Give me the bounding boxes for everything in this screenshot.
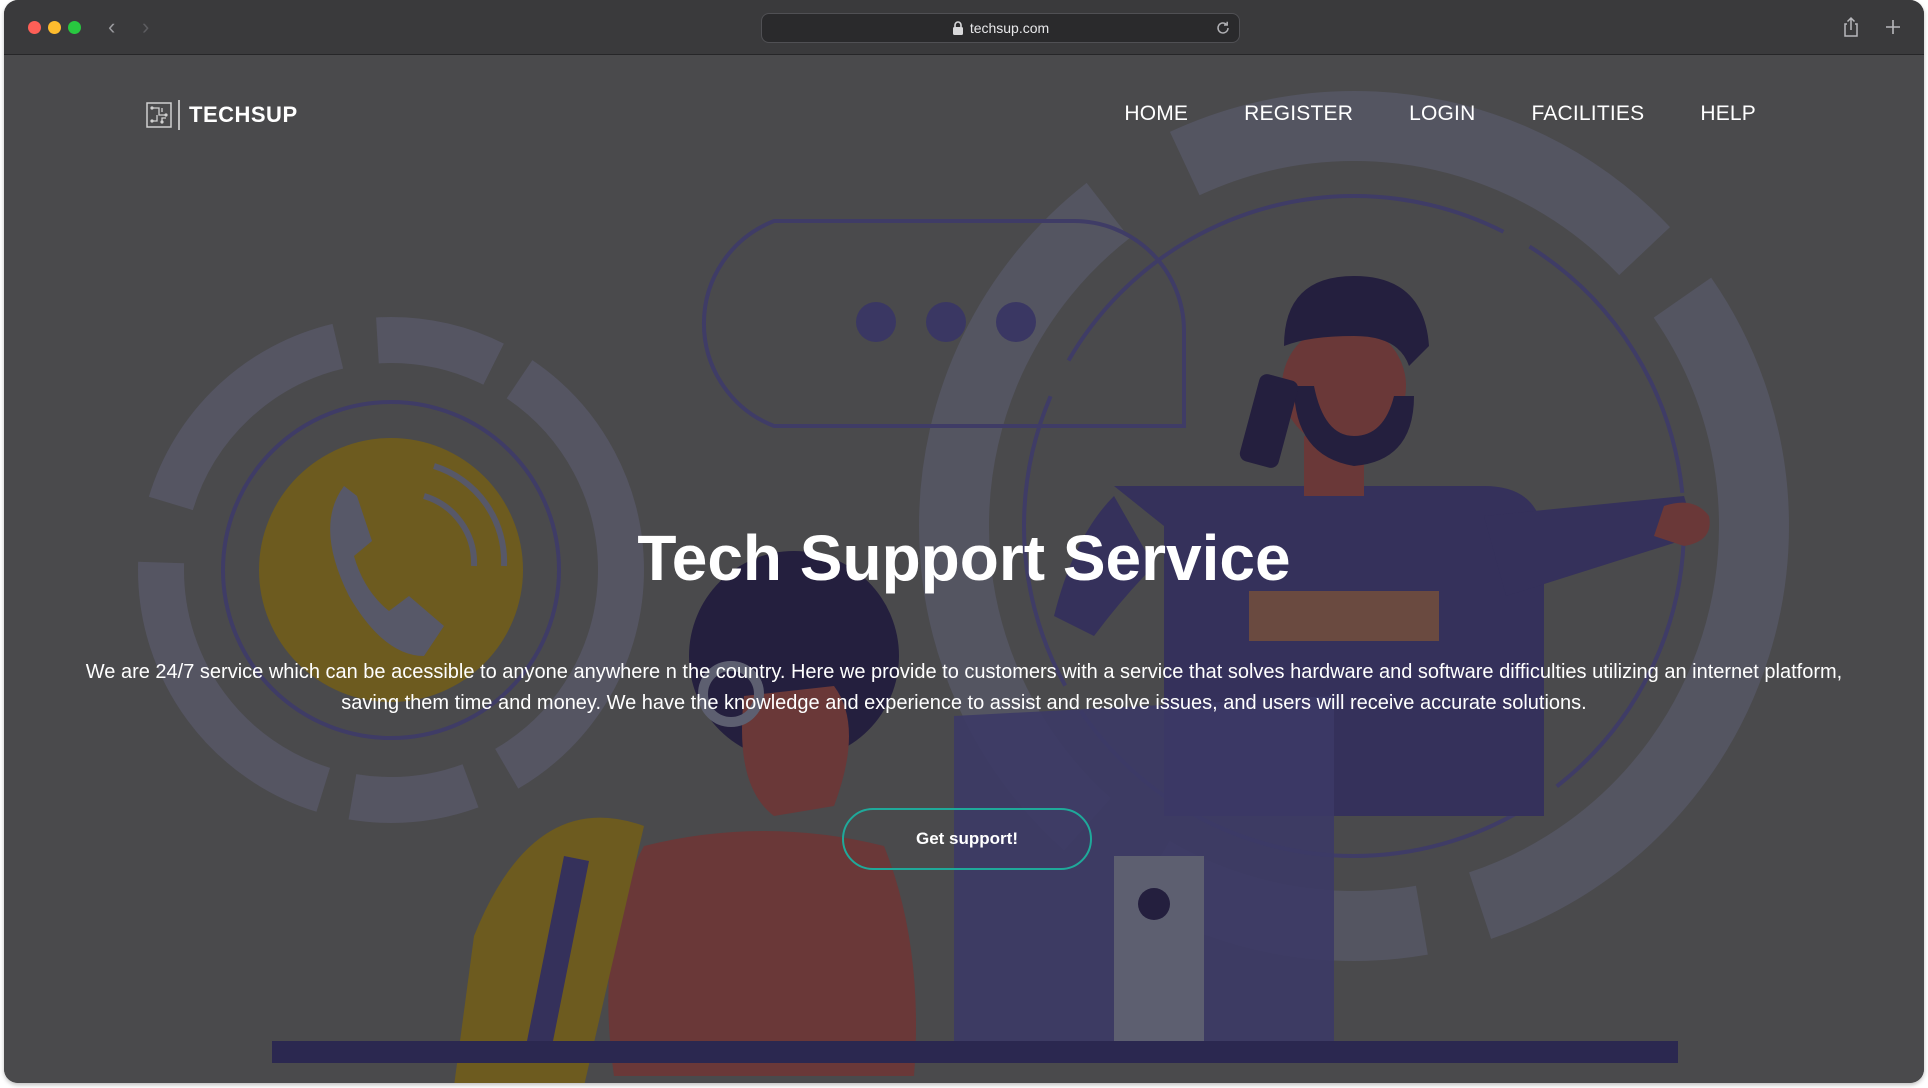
address-bar[interactable]: techsup.com (761, 13, 1240, 43)
brand-logo[interactable]: TECHSUP (146, 100, 298, 130)
circuit-logo-icon (146, 102, 172, 128)
share-icon[interactable] (1842, 16, 1860, 38)
nav-help[interactable]: HELP (1700, 102, 1756, 126)
close-window-button[interactable] (28, 21, 41, 34)
get-support-button[interactable]: Get support! (842, 808, 1092, 870)
zoom-window-button[interactable] (68, 21, 81, 34)
main-navigation: HOME REGISTER LOGIN FACILITIES HELP (1068, 102, 1756, 126)
back-arrow-icon[interactable]: ‹ (108, 14, 115, 40)
lock-icon (952, 21, 963, 35)
hero-description-line-2: saving them time and money. We have the … (341, 692, 1587, 714)
forward-arrow-icon[interactable]: › (142, 14, 149, 40)
hero-description-line-1: We are 24/7 service which can be acessib… (85, 661, 1843, 683)
nav-register[interactable]: REGISTER (1244, 102, 1353, 126)
hero-description: We are 24/7 service which can be acessib… (64, 657, 1864, 719)
hero-title: Tech Support Service (637, 522, 1291, 594)
webpage: TECHSUP HOME REGISTER LOGIN FACILITIES H… (4, 56, 1924, 1083)
minimize-window-button[interactable] (48, 21, 61, 34)
new-tab-icon[interactable] (1884, 18, 1902, 36)
browser-window: ‹ › techsup.com TECHSUP HOME REGISTER LO… (4, 0, 1924, 1083)
brand-divider (178, 100, 180, 130)
reload-icon[interactable] (1215, 20, 1231, 36)
nav-home[interactable]: HOME (1124, 102, 1188, 126)
brand-name: TECHSUP (189, 102, 298, 127)
browser-titlebar: ‹ › techsup.com (4, 0, 1924, 55)
nav-login[interactable]: LOGIN (1409, 102, 1475, 126)
url-text: techsup.com (969, 20, 1050, 36)
nav-facilities[interactable]: FACILITIES (1531, 102, 1644, 126)
